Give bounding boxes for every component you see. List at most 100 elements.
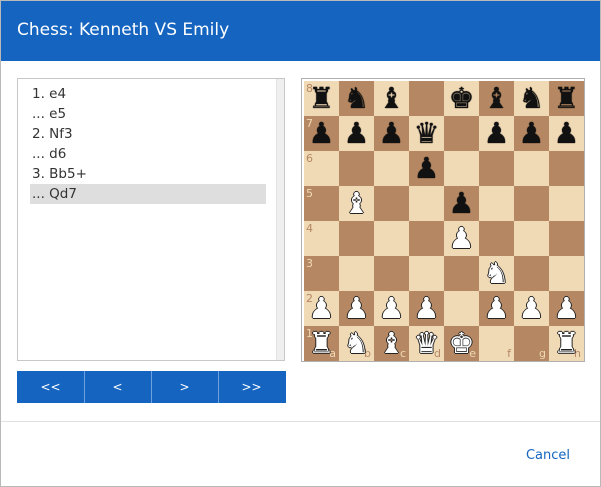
square-f1[interactable]: f	[479, 326, 514, 361]
square-f8[interactable]: ♝	[479, 81, 514, 116]
square-e6[interactable]	[444, 151, 479, 186]
white-pawn-icon[interactable]: ♟	[339, 291, 374, 326]
square-b7[interactable]: ♟	[339, 116, 374, 151]
white-king-icon[interactable]: ♚	[444, 326, 479, 361]
square-b5[interactable]: ♝	[339, 186, 374, 221]
square-f4[interactable]	[479, 221, 514, 256]
square-h4[interactable]	[549, 221, 584, 256]
white-knight-icon[interactable]: ♞	[339, 326, 374, 361]
square-h6[interactable]	[549, 151, 584, 186]
black-pawn-icon[interactable]: ♟	[444, 186, 479, 221]
square-g4[interactable]	[514, 221, 549, 256]
square-c2[interactable]: ♟	[374, 291, 409, 326]
black-pawn-icon[interactable]: ♟	[409, 151, 444, 186]
white-knight-icon[interactable]: ♞	[479, 256, 514, 291]
move-item[interactable]: 3. Bb5+	[30, 164, 266, 184]
white-bishop-icon[interactable]: ♝	[374, 326, 409, 361]
square-d6[interactable]: ♟	[409, 151, 444, 186]
move-item[interactable]: 1. e4	[30, 84, 266, 104]
square-b6[interactable]	[339, 151, 374, 186]
square-a2[interactable]: 2 ♟	[304, 291, 339, 326]
cancel-button[interactable]: Cancel	[526, 447, 570, 465]
square-h1[interactable]: h ♜	[549, 326, 584, 361]
square-h8[interactable]: ♜	[549, 81, 584, 116]
black-knight-icon[interactable]: ♞	[339, 81, 374, 116]
square-g2[interactable]: ♟	[514, 291, 549, 326]
square-b4[interactable]	[339, 221, 374, 256]
black-pawn-icon[interactable]: ♟	[304, 116, 339, 151]
square-g1[interactable]: g	[514, 326, 549, 361]
square-c5[interactable]	[374, 186, 409, 221]
black-pawn-icon[interactable]: ♟	[339, 116, 374, 151]
black-bishop-icon[interactable]: ♝	[479, 81, 514, 116]
square-d2[interactable]: ♟	[409, 291, 444, 326]
square-d3[interactable]	[409, 256, 444, 291]
square-a5[interactable]: 5	[304, 186, 339, 221]
square-h7[interactable]: ♟	[549, 116, 584, 151]
move-item[interactable]: ... d6	[30, 144, 266, 164]
square-a1[interactable]: 1 a ♜	[304, 326, 339, 361]
square-e3[interactable]	[444, 256, 479, 291]
square-g6[interactable]	[514, 151, 549, 186]
square-f5[interactable]	[479, 186, 514, 221]
first-move-button[interactable]: <<	[17, 371, 84, 403]
square-b8[interactable]: ♞	[339, 81, 374, 116]
square-a6[interactable]: 6	[304, 151, 339, 186]
previous-move-button[interactable]: <	[84, 371, 151, 403]
square-c1[interactable]: c ♝	[374, 326, 409, 361]
black-pawn-icon[interactable]: ♟	[479, 116, 514, 151]
black-pawn-icon[interactable]: ♟	[514, 116, 549, 151]
square-a4[interactable]: 4	[304, 221, 339, 256]
square-c4[interactable]	[374, 221, 409, 256]
square-d8[interactable]	[409, 81, 444, 116]
white-pawn-icon[interactable]: ♟	[374, 291, 409, 326]
move-item[interactable]: ... Qd7	[30, 184, 266, 204]
white-pawn-icon[interactable]: ♟	[304, 291, 339, 326]
black-knight-icon[interactable]: ♞	[514, 81, 549, 116]
move-item[interactable]: ... e5	[30, 104, 266, 124]
square-c7[interactable]: ♟	[374, 116, 409, 151]
white-pawn-icon[interactable]: ♟	[444, 221, 479, 256]
square-a3[interactable]: 3	[304, 256, 339, 291]
chess-board[interactable]: 8 ♜ ♞ ♝ ♚ ♝ ♞ ♜ 7 ♟ ♟ ♟ ♛ ♟ ♟ ♟ 6 ♟ 5 ♝ ♟ 4 ♟ 3 ♞ 2 ♟ ♟ ♟ ♟ ♟ ♟ ♟ 1 a ♜ b ♞ c ♝…	[304, 81, 584, 361]
square-b1[interactable]: b ♞	[339, 326, 374, 361]
square-a8[interactable]: 8 ♜	[304, 81, 339, 116]
square-h3[interactable]	[549, 256, 584, 291]
square-d1[interactable]: d ♛	[409, 326, 444, 361]
square-g3[interactable]	[514, 256, 549, 291]
white-queen-icon[interactable]: ♛	[409, 326, 444, 361]
square-d5[interactable]	[409, 186, 444, 221]
black-rook-icon[interactable]: ♜	[304, 81, 339, 116]
square-h5[interactable]	[549, 186, 584, 221]
last-move-button[interactable]: >>	[218, 371, 285, 403]
square-g8[interactable]: ♞	[514, 81, 549, 116]
black-queen-icon[interactable]: ♛	[409, 116, 444, 151]
next-move-button[interactable]: >	[151, 371, 218, 403]
white-pawn-icon[interactable]: ♟	[549, 291, 584, 326]
square-h2[interactable]: ♟	[549, 291, 584, 326]
square-f6[interactable]	[479, 151, 514, 186]
square-f3[interactable]: ♞	[479, 256, 514, 291]
black-rook-icon[interactable]: ♜	[549, 81, 584, 116]
square-d4[interactable]	[409, 221, 444, 256]
square-f2[interactable]: ♟	[479, 291, 514, 326]
square-f7[interactable]: ♟	[479, 116, 514, 151]
square-c8[interactable]: ♝	[374, 81, 409, 116]
white-pawn-icon[interactable]: ♟	[514, 291, 549, 326]
square-e7[interactable]	[444, 116, 479, 151]
square-g5[interactable]	[514, 186, 549, 221]
black-king-icon[interactable]: ♚	[444, 81, 479, 116]
square-g7[interactable]: ♟	[514, 116, 549, 151]
square-b3[interactable]	[339, 256, 374, 291]
black-pawn-icon[interactable]: ♟	[549, 116, 584, 151]
square-e8[interactable]: ♚	[444, 81, 479, 116]
square-e5[interactable]: ♟	[444, 186, 479, 221]
square-e1[interactable]: e ♚	[444, 326, 479, 361]
white-pawn-icon[interactable]: ♟	[479, 291, 514, 326]
black-pawn-icon[interactable]: ♟	[374, 116, 409, 151]
square-c6[interactable]	[374, 151, 409, 186]
white-bishop-icon[interactable]: ♝	[339, 186, 374, 221]
square-c3[interactable]	[374, 256, 409, 291]
black-bishop-icon[interactable]: ♝	[374, 81, 409, 116]
white-rook-icon[interactable]: ♜	[304, 326, 339, 361]
